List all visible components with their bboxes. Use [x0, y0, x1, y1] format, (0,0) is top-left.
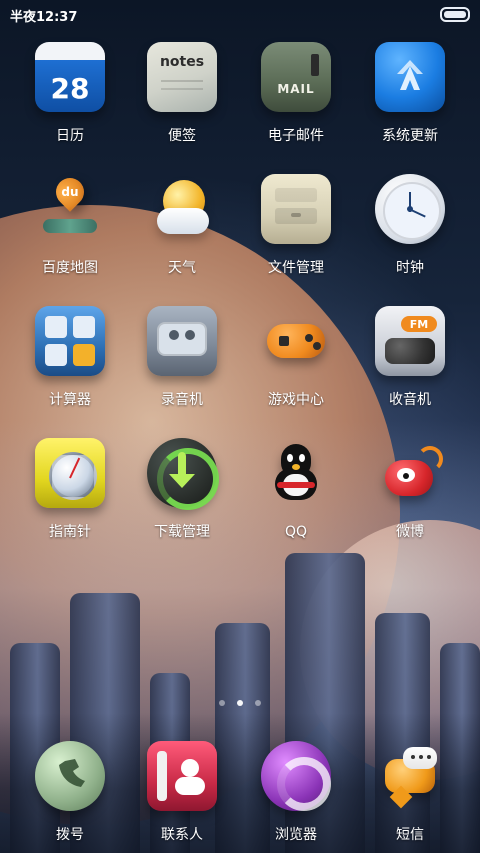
- weather-icon: [147, 174, 217, 244]
- app-label: 文件管理: [268, 260, 324, 276]
- app-download-manager[interactable]: 下载管理: [122, 438, 242, 548]
- app-radio[interactable]: FM 收音机: [350, 306, 470, 416]
- app-clock[interactable]: 时钟: [350, 174, 470, 284]
- app-label: 计算器: [49, 392, 91, 408]
- status-bar: 半夜12:37: [0, 0, 480, 28]
- app-row: du 百度地图 天气 文件管理 时钟: [0, 172, 480, 284]
- battery-fill: [444, 11, 466, 18]
- dock-label: 浏览器: [275, 827, 317, 843]
- app-file-manager[interactable]: 文件管理: [236, 174, 356, 284]
- weibo-icon: [375, 438, 445, 508]
- app-calendar[interactable]: 28 日历: [10, 42, 130, 152]
- app-label: QQ: [284, 524, 308, 540]
- app-label: 便签: [168, 128, 196, 144]
- message-bubble-icon: [375, 741, 445, 811]
- page-dot[interactable]: [255, 700, 261, 706]
- app-recorder[interactable]: 录音机: [122, 306, 242, 416]
- app-label: 指南针: [49, 524, 91, 540]
- dock-label: 联系人: [161, 827, 203, 843]
- page-dot[interactable]: [219, 700, 225, 706]
- calendar-date: 28: [50, 71, 90, 105]
- app-system-update[interactable]: 系统更新: [350, 42, 470, 152]
- app-label: 天气: [168, 260, 196, 276]
- gamepad-icon: [261, 306, 331, 376]
- system-update-icon: [375, 42, 445, 112]
- map-pin-text: du: [61, 185, 79, 199]
- contacts-book-icon: [147, 741, 217, 811]
- dock-app-contacts[interactable]: 联系人: [122, 741, 242, 851]
- app-label: 录音机: [161, 392, 203, 408]
- app-label: 微博: [396, 524, 424, 540]
- mail-text: MAIL: [277, 82, 315, 96]
- app-weibo[interactable]: 微博: [350, 438, 470, 548]
- map-pin-icon: du: [35, 172, 105, 244]
- app-baidu-map[interactable]: du 百度地图: [10, 172, 130, 284]
- page-indicator: [0, 700, 480, 710]
- dock: 拨号 联系人 浏览器 短信: [0, 741, 480, 853]
- app-label: 百度地图: [42, 260, 98, 276]
- calendar-icon: 28: [35, 42, 105, 112]
- clock-icon: [375, 174, 445, 244]
- app-email[interactable]: MAIL 电子邮件: [236, 42, 356, 152]
- notes-title: notes: [159, 54, 205, 70]
- app-label: 游戏中心: [268, 392, 324, 408]
- app-notes[interactable]: notes 便签: [122, 42, 242, 152]
- radio-icon: FM: [375, 306, 445, 376]
- dock-label: 短信: [396, 827, 424, 843]
- mailbox-icon: MAIL: [261, 42, 331, 112]
- app-label: 电子邮件: [268, 128, 324, 144]
- download-icon: [147, 438, 219, 510]
- cassette-icon: [147, 306, 217, 376]
- battery-icon: [440, 7, 470, 22]
- app-compass[interactable]: 指南针: [10, 438, 130, 548]
- app-label: 下载管理: [154, 524, 210, 540]
- dock-app-messages[interactable]: 短信: [350, 741, 470, 851]
- dock-app-browser[interactable]: 浏览器: [236, 741, 356, 851]
- app-calculator[interactable]: 计算器: [10, 306, 130, 416]
- page-dot-active[interactable]: [237, 700, 243, 706]
- status-time: 半夜12:37: [10, 10, 78, 25]
- app-row: 指南针 下载管理 QQ 微博: [0, 438, 480, 548]
- notes-icon: notes: [147, 42, 217, 112]
- qq-penguin-icon: [261, 438, 331, 508]
- file-cabinet-icon: [261, 174, 331, 244]
- app-row: 28 日历 notes 便签 MAIL 电子邮件 系统更新: [0, 42, 480, 152]
- phone-icon: [35, 741, 105, 811]
- app-game-center[interactable]: 游戏中心: [236, 306, 356, 416]
- compass-icon: [35, 438, 105, 508]
- app-label: 收音机: [389, 392, 431, 408]
- dock-label: 拨号: [56, 827, 84, 843]
- app-label: 时钟: [396, 260, 424, 276]
- app-label: 日历: [56, 128, 84, 144]
- app-row: 计算器 录音机 游戏中心 FM 收音机: [0, 306, 480, 416]
- app-weather[interactable]: 天气: [122, 174, 242, 284]
- dock-app-dialer[interactable]: 拨号: [10, 741, 130, 851]
- browser-icon: [261, 741, 331, 811]
- app-label: 系统更新: [382, 128, 438, 144]
- app-qq[interactable]: QQ: [236, 438, 356, 548]
- calculator-icon: [35, 306, 105, 376]
- radio-fm-text: FM: [409, 317, 429, 331]
